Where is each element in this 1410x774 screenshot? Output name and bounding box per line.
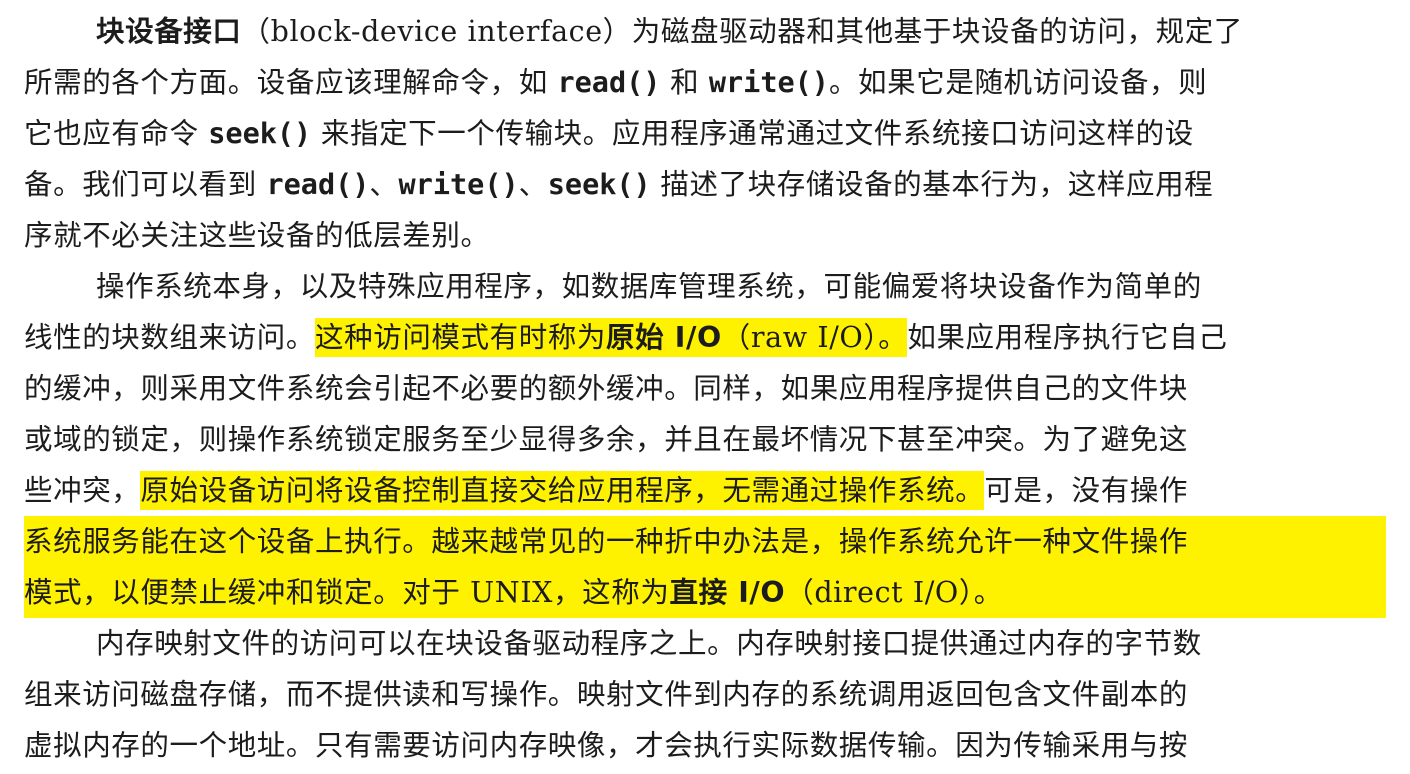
text-run: 描述了块存储设备的基本行为，这样应用程: [650, 168, 1214, 201]
text-run: 备。我们可以看到: [24, 168, 267, 201]
text-run: 和: [660, 66, 709, 99]
text-run: 序就不必关注这些设备的低层差别。: [24, 219, 490, 252]
text-run: 线性的块数组来访问。: [24, 321, 316, 354]
text-line: 序就不必关注这些设备的低层差别。: [24, 210, 1386, 261]
paragraph: 操作系统本身，以及特殊应用程序，如数据库管理系统，可能偏爱将块设备作为简单的线性…: [24, 261, 1386, 618]
highlighted-text: （direct I/O）。: [785, 576, 1003, 609]
text-run: 操作系统本身，以及特殊应用程序，如数据库管理系统，可能偏爱将块设备作为简单的: [96, 270, 1202, 303]
text-line: 组来访问磁盘存储，而不提供读和写操作。映射文件到内存的系统调用返回包含文件副本的: [24, 669, 1386, 720]
code-term: read(): [557, 66, 661, 99]
text-run: （block-device interface）为磁盘驱动器和其他基于块设备的访…: [241, 15, 1243, 48]
code-term: read(): [266, 168, 370, 201]
document-body: 块设备接口（block-device interface）为磁盘驱动器和其他基于…: [24, 6, 1386, 771]
text-line: 操作系统本身，以及特殊应用程序，如数据库管理系统，可能偏爱将块设备作为简单的: [24, 261, 1386, 312]
highlighted-text: 这种访问模式有时称为: [315, 318, 607, 357]
text-run: 、: [369, 168, 399, 201]
text-line: 虚拟内存的一个地址。只有需要访问内存映像，才会执行实际数据传输。因为传输采用与按: [24, 720, 1386, 771]
text-line: 模式，以便禁止缓冲和锁定。对于 UNIX，这称为直接 I/O（direct I/…: [24, 567, 1386, 618]
text-line: 它也应有命令 seek() 来指定下一个传输块。应用程序通常通过文件系统接口访问…: [24, 108, 1386, 159]
highlighted-bold-term: 直接 I/O: [669, 576, 786, 609]
text-line: 内存映射文件的访问可以在块设备驱动程序之上。内存映射接口提供通过内存的字节数: [24, 618, 1386, 669]
code-term: seek(): [208, 117, 312, 150]
text-line: 或域的锁定，则操作系统锁定服务至少显得多余，并且在最坏情况下甚至冲突。为了避免这: [24, 414, 1386, 465]
text-line: 系统服务能在这个设备上执行。越来越常见的一种折中办法是，操作系统允许一种文件操作: [24, 516, 1386, 567]
text-run: 虚拟内存的一个地址。只有需要访问内存映像，才会执行实际数据传输。因为传输采用与按: [24, 729, 1189, 762]
text-run: 组来访问磁盘存储，而不提供读和写操作。映射文件到内存的系统调用返回包含文件副本的: [24, 678, 1189, 711]
text-run: 。如果它是随机访问设备，则: [828, 66, 1208, 99]
highlighted-text: 原始设备访问将设备控制直接交给应用程序，无需通过操作系统。: [140, 471, 985, 510]
text-run: 内存映射文件的访问可以在块设备驱动程序之上。内存映射接口提供通过内存的字节数: [96, 627, 1202, 660]
highlighted-text: （raw I/O）。: [721, 318, 908, 357]
highlighted-bold-term: 原始 I/O: [606, 318, 722, 357]
text-run: 的缓冲，则采用文件系统会引起不必要的额外缓冲。同样，如果应用程序提供自己的文件块: [24, 372, 1189, 405]
text-line: 所需的各个方面。设备应该理解命令，如 read() 和 write()。如果它是…: [24, 57, 1386, 108]
text-run: 可是，没有操作: [984, 474, 1189, 507]
text-run: 些冲突，: [24, 474, 141, 507]
text-run: 或域的锁定，则操作系统锁定服务至少显得多余，并且在最坏情况下甚至冲突。为了避免这: [24, 423, 1189, 456]
highlighted-text: 模式，以便禁止缓冲和锁定。对于 UNIX，这称为: [24, 576, 670, 609]
text-line: 线性的块数组来访问。这种访问模式有时称为原始 I/O（raw I/O）。如果应用…: [24, 312, 1386, 363]
code-term: write(): [708, 66, 829, 99]
text-run: 所需的各个方面。设备应该理解命令，如: [24, 66, 558, 99]
text-run: 如果应用程序执行它自己: [907, 321, 1228, 354]
paragraph: 内存映射文件的访问可以在块设备驱动程序之上。内存映射接口提供通过内存的字节数组来…: [24, 618, 1386, 771]
highlighted-text: 系统服务能在这个设备上执行。越来越常见的一种折中办法是，操作系统允许一种文件操作: [24, 525, 1189, 558]
text-line: 些冲突，原始设备访问将设备控制直接交给应用程序，无需通过操作系统。可是，没有操作: [24, 465, 1386, 516]
text-run: 它也应有命令: [24, 117, 209, 150]
paragraph: 块设备接口（block-device interface）为磁盘驱动器和其他基于…: [24, 6, 1386, 261]
text-line: 块设备接口（block-device interface）为磁盘驱动器和其他基于…: [24, 6, 1386, 57]
bold-term: 块设备接口: [96, 15, 242, 48]
text-line: 的缓冲，则采用文件系统会引起不必要的额外缓冲。同样，如果应用程序提供自己的文件块: [24, 363, 1386, 414]
text-run: 、: [518, 168, 548, 201]
text-line: 备。我们可以看到 read()、write()、seek() 描述了块存储设备的…: [24, 159, 1386, 210]
code-term: write(): [398, 168, 519, 201]
code-term: seek(): [547, 168, 651, 201]
text-run: 来指定下一个传输块。应用程序通常通过文件系统接口访问这样的设: [311, 117, 1194, 150]
document-page: 块设备接口（block-device interface）为磁盘驱动器和其他基于…: [0, 0, 1410, 774]
